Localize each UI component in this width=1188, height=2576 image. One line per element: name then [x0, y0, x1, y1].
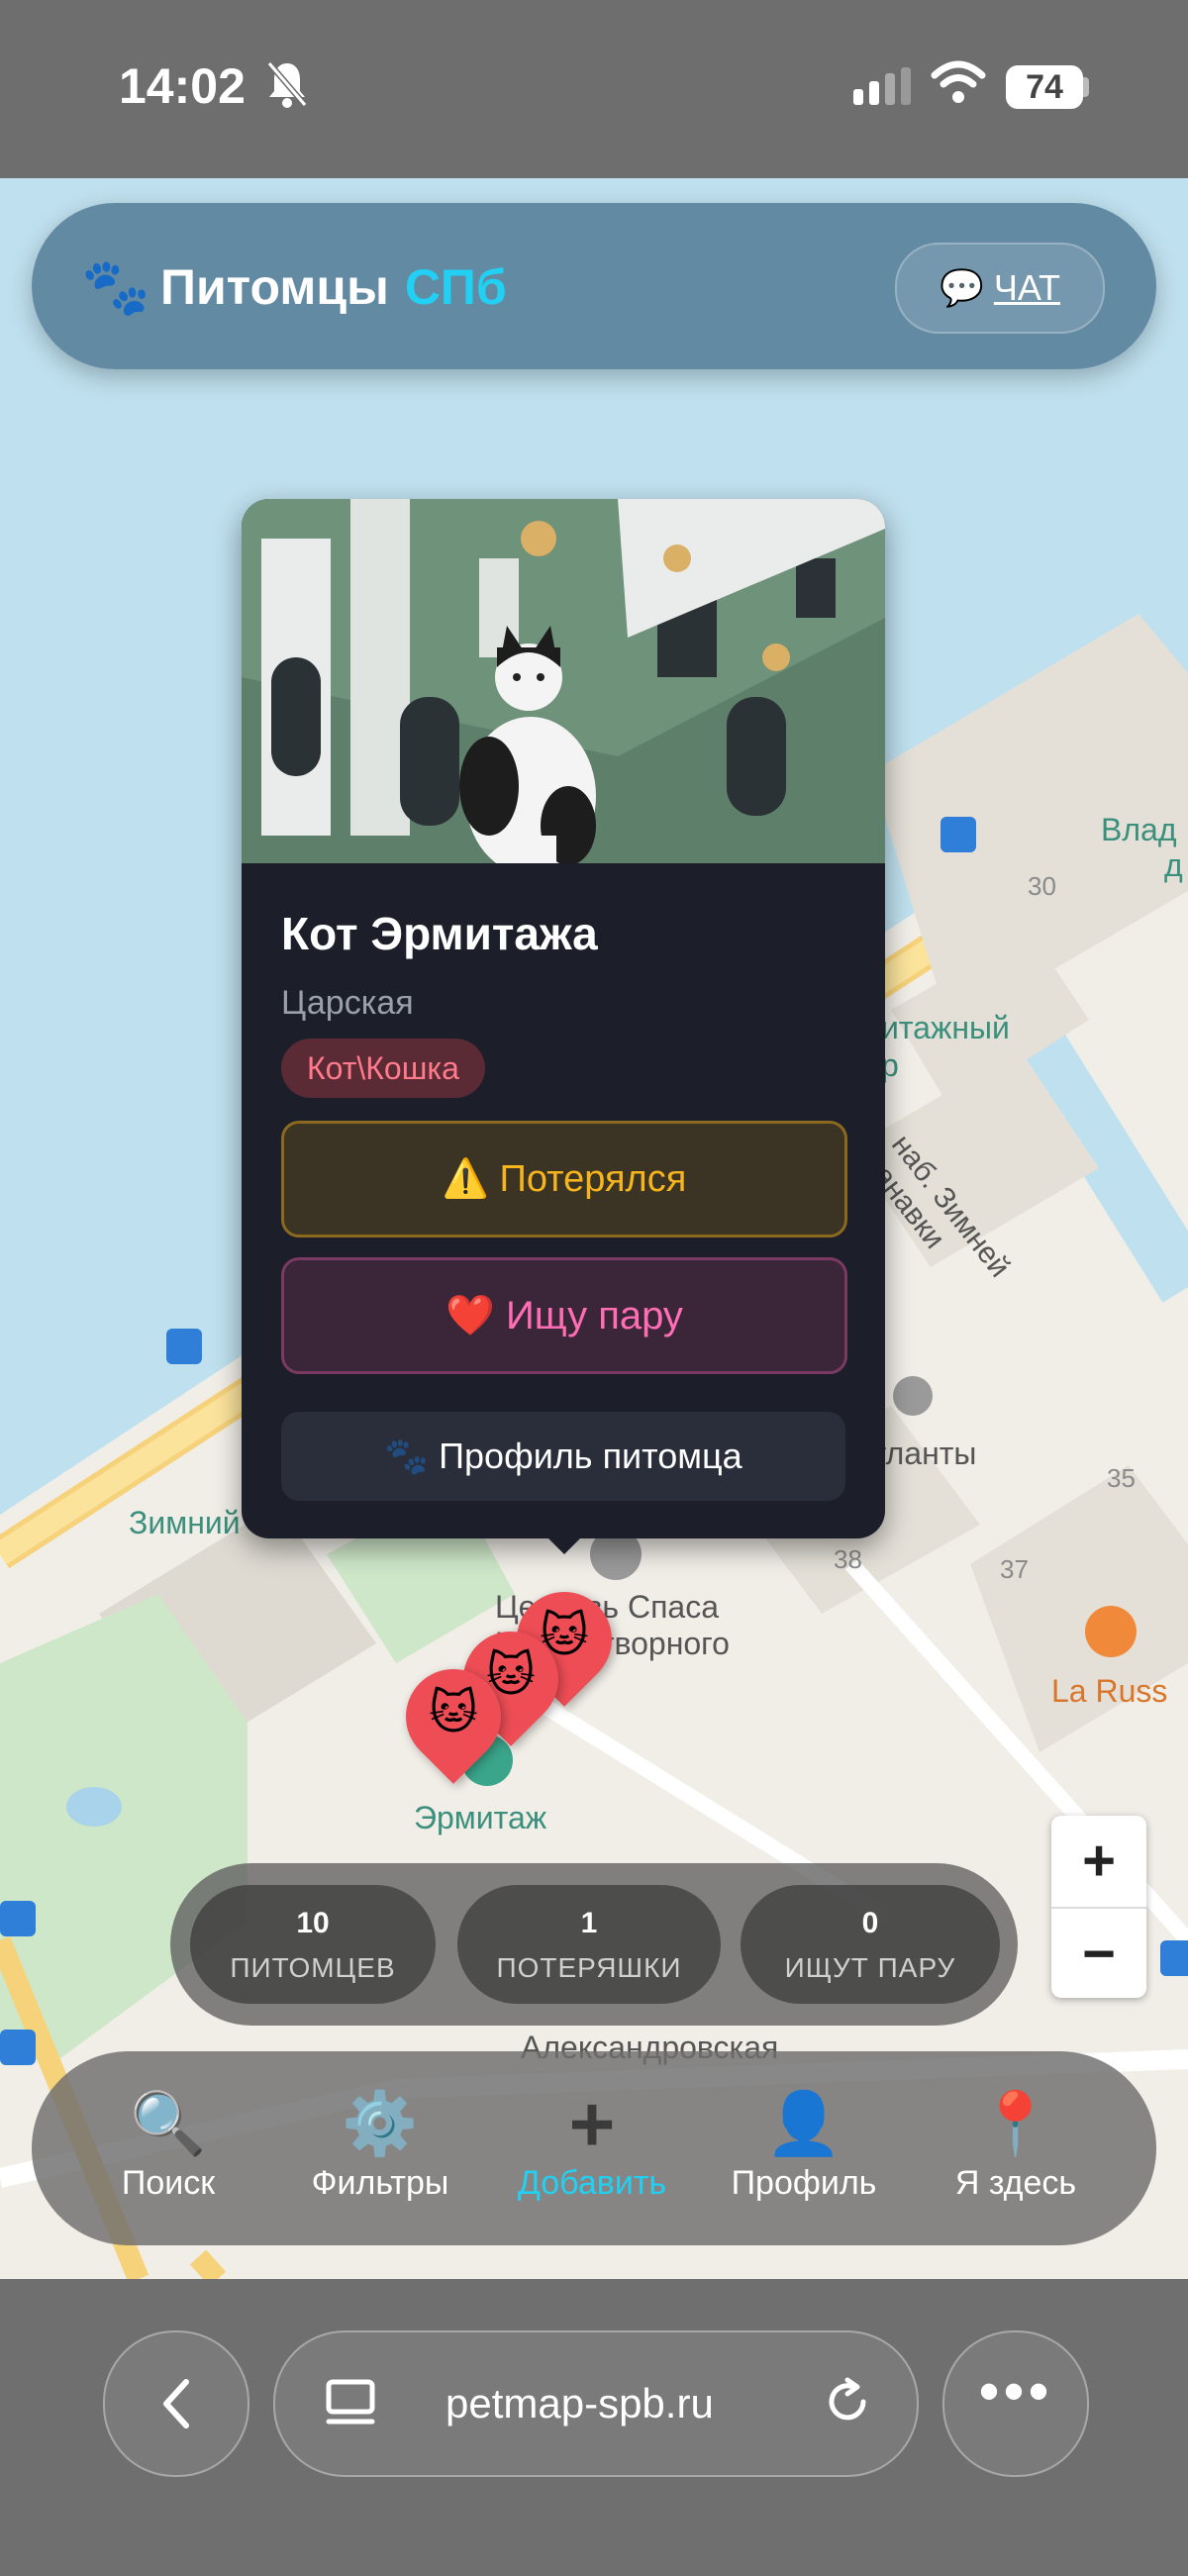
- app-title: Питомцы СПб: [160, 258, 507, 316]
- map-number: 38: [834, 1544, 862, 1574]
- chat-button[interactable]: 💬 ЧАТ: [895, 243, 1105, 334]
- user-icon: 👤: [765, 2090, 842, 2158]
- nav-label: Добавить: [517, 2164, 667, 2202]
- url-text: petmap-spb.ru: [446, 2380, 714, 2427]
- pet-profile-button-label: Профиль питомца: [439, 1436, 742, 1476]
- more-options-button[interactable]: •••: [942, 2330, 1089, 2477]
- gear-icon: ⚙️: [342, 2090, 419, 2158]
- stat-value: 1: [580, 1907, 598, 1939]
- map-label-vlad-2: д: [1164, 847, 1183, 883]
- search-icon: 🔍: [130, 2090, 207, 2158]
- zoom-controls: + −: [1051, 1816, 1146, 1998]
- stat-value: 10: [296, 1907, 330, 1939]
- nav-locate-me[interactable]: 📍 Я здесь: [917, 2085, 1115, 2203]
- browser-toolbar: petmap-spb.ru •••: [0, 2279, 1188, 2576]
- pet-area: Царская: [281, 984, 414, 1022]
- wifi-icon: [931, 60, 986, 103]
- bottom-nav: 🔍 Поиск ⚙️ Фильтры + Добавить 👤 Профиль …: [32, 2051, 1156, 2245]
- map-number: 37: [1000, 1554, 1029, 1584]
- app-title-accent: СПб: [404, 259, 507, 315]
- map-label-zimniy: Зимний: [129, 1505, 241, 1540]
- stat-label: ИЩУТ ПАРУ: [784, 1952, 956, 1983]
- back-button[interactable]: [103, 2330, 249, 2477]
- stat-label: ПОТЕРЯШКИ: [496, 1952, 682, 1983]
- stat-lost[interactable]: 1 ПОТЕРЯШКИ: [457, 1885, 721, 2004]
- nav-filters[interactable]: ⚙️ Фильтры: [281, 2085, 479, 2203]
- lost-button[interactable]: ⚠️ Потерялся: [281, 1121, 847, 1238]
- looking-for-mate-button[interactable]: ❤️ Ищу пару: [281, 1257, 847, 1374]
- nav-add[interactable]: + Добавить: [493, 2085, 691, 2203]
- pet-name: Кот Эрмитажа: [281, 908, 598, 959]
- battery-tip: [1083, 77, 1089, 97]
- stat-label: ПИТОМЦЕВ: [230, 1952, 396, 1983]
- app-title-main: Питомцы: [160, 259, 389, 315]
- nav-search[interactable]: 🔍 Поиск: [69, 2085, 267, 2203]
- pet-marker[interactable]: 🐱: [386, 1649, 521, 1784]
- battery-indicator: 74: [1006, 65, 1083, 109]
- nav-label: Фильтры: [311, 2164, 449, 2202]
- popup-pointer: [539, 1529, 590, 1554]
- chat-button-label: ЧАТ: [993, 267, 1061, 308]
- nav-label: Поиск: [121, 2164, 216, 2202]
- tabs-icon: [326, 2379, 375, 2425]
- stats-bar: 10 ПИТОМЦЕВ 1 ПОТЕРЯШКИ 0 ИЩУТ ПАРУ: [170, 1863, 1018, 2026]
- map-label-ermitazh: Эрмитаж: [414, 1800, 547, 1835]
- pet-profile-button[interactable]: 🐾 Профиль питомца: [281, 1412, 845, 1501]
- cat-icon: 🐱: [428, 1687, 479, 1739]
- zoom-out-button[interactable]: −: [1051, 1909, 1146, 2000]
- nav-profile[interactable]: 👤 Профиль: [705, 2085, 903, 2203]
- zoom-in-button[interactable]: +: [1051, 1816, 1146, 1907]
- more-dots-icon: •••: [978, 2358, 1053, 2425]
- plus-icon: +: [568, 2080, 616, 2168]
- pet-popup-card: Кот Эрмитажа Царская Кот\Кошка ⚠️ Потеря…: [242, 499, 885, 1554]
- status-time: 14:02: [119, 58, 246, 114]
- stat-pets[interactable]: 10 ПИТОМЦЕВ: [190, 1885, 436, 2004]
- map-label-la-russ: La Russ: [1051, 1673, 1168, 1709]
- chevron-left-icon: [163, 2379, 189, 2428]
- address-bar[interactable]: petmap-spb.ru: [273, 2330, 919, 2477]
- paw-icon: 🐾: [384, 1436, 430, 1476]
- pet-photo: [242, 499, 885, 863]
- status-bar: 14:02 74: [0, 0, 1188, 178]
- map-number: 30: [1028, 871, 1056, 901]
- map-label-garden: итажный: [881, 1010, 1010, 1045]
- location-pin-icon: 📍: [977, 2090, 1054, 2158]
- nav-label: Профиль: [731, 2164, 877, 2202]
- paw-icon: 🐾: [81, 255, 150, 318]
- stat-looking-for-mate[interactable]: 0 ИЩУТ ПАРУ: [741, 1885, 1000, 2004]
- top-bar: 🐾 Питомцы СПб 💬 ЧАТ: [32, 203, 1156, 369]
- map-number: 35: [1107, 1463, 1136, 1493]
- nav-label: Я здесь: [954, 2164, 1077, 2202]
- chat-icon: 💬: [939, 267, 984, 308]
- pet-type-badge: Кот\Кошка: [281, 1039, 485, 1098]
- stat-value: 0: [861, 1907, 879, 1939]
- map-label-vlad: Влад: [1101, 812, 1177, 847]
- reload-icon[interactable]: [818, 2372, 877, 2431]
- bell-muted-icon: [266, 61, 308, 108]
- signal-icon: [853, 67, 911, 105]
